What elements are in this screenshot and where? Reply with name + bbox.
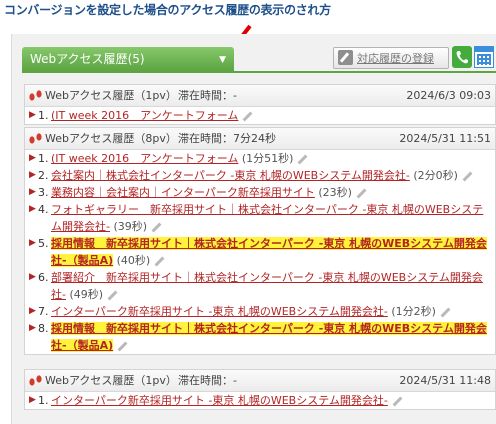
arrow-bullet-icon: ▶ — [29, 272, 36, 282]
page-number: 1. — [38, 152, 49, 165]
calendar-grid — [477, 54, 491, 65]
calendar-icon — [475, 47, 493, 52]
access-history-panel: Webアクセス履歴(5) ▼ 対応履歴の登録 Webアクセス履歴（1pv） 滞在時… — [11, 34, 496, 424]
visit-pv-label: Webアクセス履歴（1pv） — [45, 374, 177, 387]
page-number: 8. — [38, 322, 49, 335]
page-stay-time: (23秒) — [318, 186, 352, 199]
page-row: ▶ 2. 会社案内｜株式会社インターパーク -東京 札幌のWEBシステム開発会社- … — [25, 167, 495, 184]
pencil-icon[interactable] — [392, 396, 403, 406]
page-row: ▶ 5. 採用情報 新卒採用サイト｜株式会社インターパーク -東京 札幌のWEBシス… — [25, 235, 495, 269]
page-row: ▶ 4. フォトギャラリー 新卒採用サイト｜株式会社インターパーク -東京 札幌のW… — [25, 201, 495, 235]
visit-stay-time: 滞在時間：- — [178, 374, 237, 387]
page-title-link[interactable]: (IT week 2016 アンケートフォーム — [51, 152, 238, 165]
arrow-bullet-icon: ▶ — [29, 170, 36, 180]
visit-block: Webアクセス履歴（1pv） 滞在時間：- 2024/6/3 09:03 ▶ 1. (IT… — [24, 84, 496, 125]
arrow-bullet-icon: ▶ — [29, 238, 36, 248]
page-title-link[interactable]: インターパーク新卒採用サイト -東京 札幌のWEBシステム開発会社- — [51, 305, 388, 318]
dropdown-arrow-icon: ▼ — [219, 55, 226, 65]
visit-date: 2024/5/31 11:51 — [399, 132, 491, 145]
footprint-icon — [29, 90, 42, 101]
pencil-icon[interactable] — [440, 307, 451, 317]
arrow-bullet-icon: ▶ — [29, 306, 36, 316]
footprint-icon — [29, 133, 42, 144]
phone-icon — [456, 51, 468, 64]
pencil-icon[interactable] — [242, 111, 253, 121]
arrow-bullet-icon: ▶ — [29, 323, 36, 333]
page-number: 1. — [38, 394, 49, 407]
toolbar: Webアクセス履歴(5) ▼ 対応履歴の登録 — [12, 34, 496, 80]
page-row: ▶ 3. 業務内容｜会社案内｜インターパーク新卒採用サイト (23秒) — [25, 184, 495, 201]
page-row: ▶ 1. (IT week 2016 アンケートフォーム — [25, 107, 495, 124]
visit-date: 2024/5/31 11:48 — [399, 374, 491, 387]
visit-pv-label: Webアクセス履歴（8pv） — [45, 132, 177, 145]
arrow-bullet-icon: ▶ — [29, 187, 36, 197]
tab-underline — [22, 71, 496, 73]
page-number: 7. — [38, 305, 49, 318]
caption-title: コンバージョンを設定した場合のアクセス履歴の表示のされ方 — [4, 3, 331, 17]
edit-icon — [338, 50, 353, 65]
page-title-link[interactable]: 業務内容｜会社案内｜インターパーク新卒採用サイト — [51, 186, 315, 199]
page-number: 1. — [38, 109, 49, 122]
page-row: ▶ 7. インターパーク新卒採用サイト -東京 札幌のWEBシステム開発会社- (1… — [25, 303, 495, 320]
page-title-link[interactable]: インターパーク新卒採用サイト -東京 札幌のWEBシステム開発会社- — [51, 394, 388, 407]
page-stay-time: (39秒) — [113, 220, 148, 233]
page-number: 2. — [38, 169, 49, 182]
tab-label: Webアクセス履歴(5) — [30, 52, 145, 66]
arrow-bullet-icon: ▶ — [29, 204, 36, 214]
pencil-icon[interactable] — [462, 171, 473, 181]
page-title-link[interactable]: 採用情報 新卒採用サイト｜株式会社インターパーク -東京 札幌のWEBシステム開… — [51, 322, 487, 352]
visit-stay-time: 滞在時間：- — [178, 89, 237, 102]
arrow-bullet-icon: ▶ — [29, 153, 36, 163]
pencil-icon[interactable] — [298, 154, 308, 164]
page-row: ▶ 1. (IT week 2016 アンケートフォーム (1分51秒) — [25, 150, 495, 167]
page-stay-time: (49秒) — [69, 288, 104, 301]
page-title-link[interactable]: (IT week 2016 アンケートフォーム — [51, 109, 238, 122]
footprint-icon — [29, 375, 42, 386]
phone-button[interactable] — [452, 46, 472, 68]
page-stay-time: (1分51秒) — [241, 152, 294, 165]
visit-date: 2024/6/3 09:03 — [406, 89, 491, 102]
visit-header: Webアクセス履歴（8pv） 滞在時間：7分24秒 2024/5/31 11:51 — [25, 128, 495, 150]
visit-header: Webアクセス履歴（1pv） 滞在時間：- 2024/5/31 11:48 — [25, 370, 495, 392]
page-title-link[interactable]: 部署紹介 新卒採用サイト｜株式会社インターパーク -東京 札幌のWEBシステム開… — [51, 271, 483, 301]
visit-block: Webアクセス履歴（1pv） 滞在時間：- 2024/5/31 11:48 ▶ 1. イン… — [24, 369, 496, 410]
page-stay-time: (2分0秒) — [413, 169, 458, 182]
arrow-bullet-icon: ▶ — [29, 395, 36, 405]
pencil-icon[interactable] — [356, 188, 367, 198]
register-response-button[interactable]: 対応履歴の登録 — [333, 47, 449, 69]
page-title-link[interactable]: 会社案内｜株式会社インターパーク -東京 札幌のWEBシステム開発会社- — [51, 169, 410, 182]
page-number: 4. — [38, 203, 49, 216]
page-number: 6. — [38, 271, 49, 284]
arrow-bullet-icon: ▶ — [29, 110, 36, 120]
register-response-label: 対応履歴の登録 — [357, 52, 434, 65]
page-number: 5. — [38, 237, 49, 250]
visit-block: Webアクセス履歴（8pv） 滞在時間：7分24秒 2024/5/31 11:51 ▶… — [24, 127, 496, 355]
calendar-button[interactable] — [474, 46, 494, 68]
visit-stay-time: 滞在時間：7分24秒 — [178, 132, 276, 145]
page-row: ▶ 8. 採用情報 新卒採用サイト｜株式会社インターパーク -東京 札幌のWEBシス… — [25, 320, 495, 354]
page-stay-time: (40秒) — [116, 254, 151, 267]
pencil-icon[interactable] — [154, 256, 165, 266]
visit-header: Webアクセス履歴（1pv） 滞在時間：- 2024/6/3 09:03 — [25, 85, 495, 107]
page-stay-time: (1分2秒) — [391, 305, 436, 318]
page-row: ▶ 1. インターパーク新卒採用サイト -東京 札幌のWEBシステム開発会社- — [25, 392, 495, 409]
pencil-icon[interactable] — [107, 290, 118, 300]
page-number: 3. — [38, 186, 49, 199]
pencil-icon[interactable] — [117, 341, 128, 351]
web-access-history-tab[interactable]: Webアクセス履歴(5) ▼ — [22, 47, 234, 71]
visit-pv-label: Webアクセス履歴（1pv） — [45, 89, 177, 102]
page-row: ▶ 6. 部署紹介 新卒採用サイト｜株式会社インターパーク -東京 札幌のWEBシス… — [25, 269, 495, 303]
pencil-icon[interactable] — [151, 222, 162, 232]
